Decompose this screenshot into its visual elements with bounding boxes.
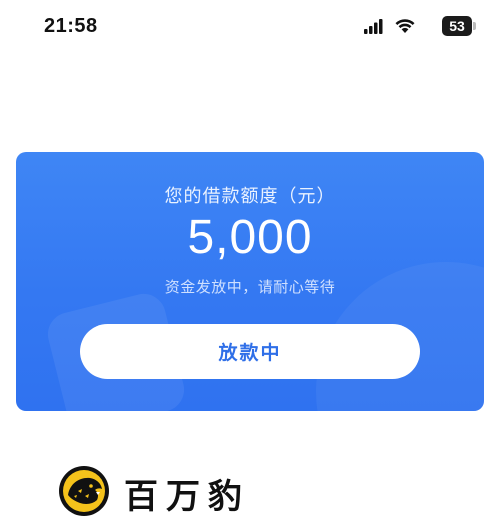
loan-amount: 5,000: [187, 211, 313, 264]
loan-card: 您的借款额度（元） 5,000 资金发放中，请耐心等待 放款中: [16, 152, 484, 411]
status-icons: 53: [338, 16, 478, 36]
loan-status-message: 资金发放中，请耐心等待: [164, 278, 336, 296]
signal-icon: [364, 19, 383, 34]
status-bar: 21:58 53: [0, 0, 500, 52]
leopard-logo-icon: [59, 466, 109, 516]
brand-name: 百万豹: [124, 477, 250, 517]
loan-limit-title: 您的借款额度（元）: [164, 186, 336, 207]
battery-level: 53: [442, 16, 472, 36]
wifi-icon: [395, 19, 415, 33]
status-time: 21:58: [44, 15, 98, 37]
disbursing-button[interactable]: 放款中: [80, 324, 420, 379]
battery-icon: 53: [442, 16, 478, 36]
